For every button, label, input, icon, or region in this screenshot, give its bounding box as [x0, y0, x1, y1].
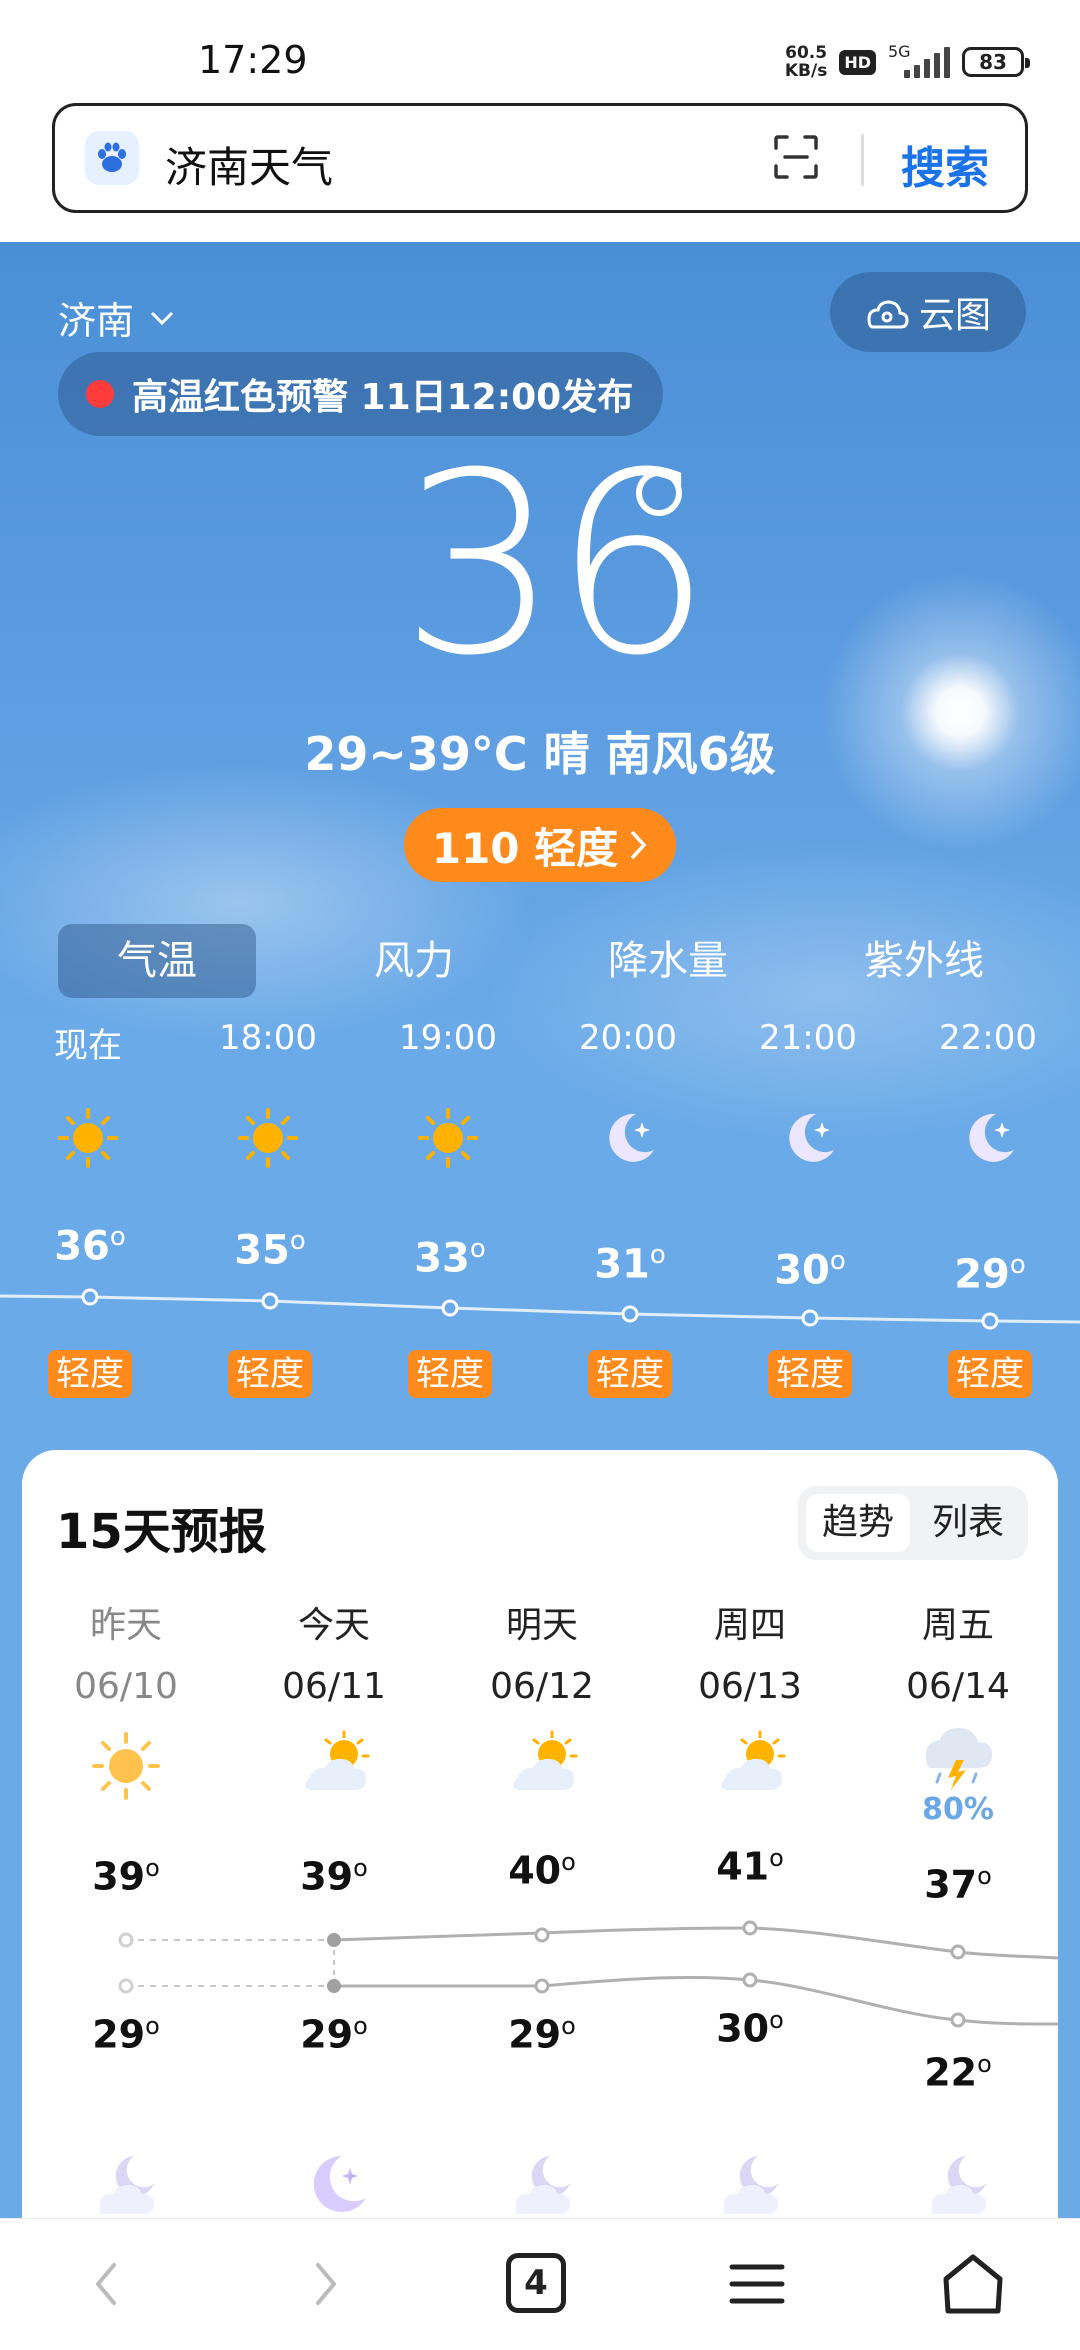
search-button[interactable]: 搜索	[901, 132, 989, 196]
hour-label: 21:00	[759, 1018, 857, 1058]
hour-label: 现在	[54, 1026, 122, 1066]
forecast-day[interactable]: 明天 06/12	[472, 1596, 612, 1707]
view-toggle: 趋势 列表	[798, 1486, 1028, 1560]
scan-icon[interactable]	[773, 134, 819, 180]
hourly-temp-curve	[0, 1288, 1080, 1330]
status-icons: 60.5 KB/s HD 5G 83	[784, 40, 1030, 84]
air-quality-badge: 轻度	[408, 1350, 492, 1398]
alert-dot-icon	[86, 380, 114, 408]
partly-cloudy-icon	[305, 1730, 370, 1790]
search-bar[interactable]: 济南天气 搜索	[52, 103, 1028, 213]
tab-wind[interactable]: 风力	[314, 924, 514, 998]
cloudy-moon-icon	[932, 2156, 986, 2214]
toggle-trend[interactable]: 趋势	[806, 1494, 910, 1552]
tab-precipitation[interactable]: 降水量	[568, 924, 768, 998]
tab-temperature[interactable]: 气温	[58, 924, 256, 998]
forecast-card: 15天预报 趋势 列表 昨天 06/10 今天 06/11 明天 06/12 周…	[22, 1450, 1058, 2350]
city-name: 济南	[58, 299, 135, 343]
sun-glow-icon	[820, 572, 1080, 852]
low-temp: 22o	[924, 2050, 992, 2095]
sun-icon	[92, 1732, 160, 1800]
menu-icon[interactable]	[722, 2249, 792, 2319]
hour-temp: 36o	[54, 1222, 126, 1270]
low-temp: 30o	[716, 2006, 784, 2051]
hour-label: 20:00	[579, 1018, 677, 1058]
battery-icon: 83	[962, 47, 1030, 77]
toggle-list[interactable]: 列表	[916, 1494, 1020, 1552]
partly-cloudy-icon	[721, 1730, 786, 1790]
status-bar: 17:29 60.5 KB/s HD 5G 83	[0, 0, 1080, 100]
forecast-day[interactable]: 今天 06/11	[264, 1596, 404, 1707]
alert-text: 高温红色预警 11日12:00发布	[132, 377, 634, 418]
moon-icon	[969, 1113, 1014, 1162]
baidu-paw-icon	[85, 131, 139, 185]
low-temp: 29o	[92, 2012, 160, 2057]
status-time: 17:29	[198, 38, 308, 82]
high-temp: 41o	[716, 1844, 784, 1889]
city-selector[interactable]: 济南	[58, 290, 176, 345]
weather-summary: 29~39°C 晴 南风6级	[304, 727, 776, 781]
forward-icon[interactable]	[290, 2249, 360, 2319]
cloudy-moon-icon	[724, 2156, 778, 2214]
air-quality-badge: 轻度	[48, 1350, 132, 1398]
hour-label: 18:00	[219, 1018, 317, 1058]
precipitation-chance: 80%	[922, 1792, 994, 1827]
chevron-down-icon	[150, 311, 174, 325]
forecast-day[interactable]: 周五 06/14	[888, 1596, 1028, 1707]
aqi-button[interactable]: 110 轻度	[404, 808, 676, 882]
air-quality-badge: 轻度	[768, 1350, 852, 1398]
hour-label: 19:00	[399, 1018, 497, 1058]
clear-moon-icon	[313, 2155, 366, 2212]
air-quality-badge: 轻度	[588, 1350, 672, 1398]
chevron-right-icon	[630, 830, 647, 860]
cloud-map-icon	[867, 300, 909, 329]
cloud-map-button[interactable]: 云图	[830, 272, 1026, 352]
home-icon[interactable]	[938, 2249, 1008, 2319]
tabs-button[interactable]: 4	[506, 2253, 566, 2313]
hd-badge: HD	[839, 49, 876, 75]
air-quality-badge: 轻度	[948, 1350, 1032, 1398]
network-speed: 60.5 KB/s	[784, 43, 828, 81]
hour-label: 22:00	[939, 1018, 1037, 1058]
sun-icon	[418, 1108, 478, 1168]
sun-icon	[58, 1108, 118, 1168]
low-temp: 29o	[300, 2012, 368, 2057]
forecast-day[interactable]: 昨天 06/10	[56, 1596, 196, 1707]
tab-uv[interactable]: 紫外线	[824, 924, 1024, 998]
forecast-title: 15天预报	[56, 1504, 267, 1560]
moon-icon	[609, 1113, 654, 1162]
partly-cloudy-icon	[513, 1730, 578, 1790]
air-quality-badge: 轻度	[228, 1350, 312, 1398]
hour-temp: 35o	[234, 1226, 306, 1274]
back-icon[interactable]	[72, 2249, 142, 2319]
divider	[861, 134, 864, 186]
cloudy-moon-icon	[516, 2156, 570, 2214]
signal-icon: 5G	[888, 42, 950, 82]
hour-temp: 33o	[414, 1234, 486, 1282]
thunderstorm-icon	[926, 1728, 992, 1790]
browser-nav-bar: 4	[0, 2218, 1080, 2341]
high-temp: 40o	[508, 1848, 576, 1893]
forecast-day[interactable]: 周四 06/13	[680, 1596, 820, 1707]
low-temp: 29o	[508, 2012, 576, 2057]
moon-icon	[789, 1113, 834, 1162]
search-input[interactable]: 济南天气	[165, 134, 333, 195]
sun-icon	[238, 1108, 298, 1168]
metric-tabs: 气温 风力 降水量 紫外线	[58, 924, 1038, 998]
cloudy-moon-icon	[100, 2156, 154, 2214]
degree-icon	[636, 470, 682, 516]
